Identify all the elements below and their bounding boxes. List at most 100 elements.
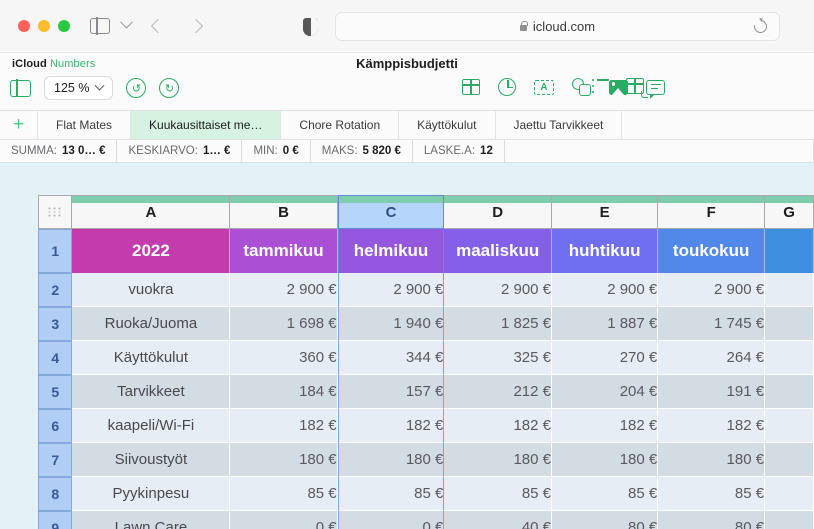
- cell-a2[interactable]: vuokra: [72, 273, 230, 307]
- cell-b9[interactable]: 0 €: [230, 511, 337, 529]
- title-cell-b1[interactable]: tammikuu: [230, 229, 337, 273]
- cell-f7[interactable]: 180 €: [658, 443, 765, 477]
- cell-b2[interactable]: 2 900 €: [230, 273, 337, 307]
- cell-g3[interactable]: [765, 307, 814, 341]
- row-header-8[interactable]: 8: [38, 477, 72, 511]
- cell-a5[interactable]: Tarvikkeet: [72, 375, 230, 409]
- forward-arrow-icon[interactable]: [189, 19, 203, 33]
- cell-e4[interactable]: 270 €: [552, 341, 658, 375]
- cell-b7[interactable]: 180 €: [230, 443, 337, 477]
- column-header-g[interactable]: G: [765, 195, 814, 229]
- cell-g6[interactable]: [765, 409, 814, 443]
- row-header-6[interactable]: 6: [38, 409, 72, 443]
- close-window-button[interactable]: [18, 20, 30, 32]
- add-sheet-button[interactable]: +: [0, 111, 38, 139]
- chevron-down-icon[interactable]: [120, 15, 133, 28]
- insert-chart-icon[interactable]: [498, 78, 516, 96]
- table-grip-handle[interactable]: [38, 195, 72, 229]
- title-cell-a1[interactable]: 2022: [72, 229, 230, 273]
- cell-e5[interactable]: 204 €: [552, 375, 658, 409]
- maximize-window-button[interactable]: [58, 20, 70, 32]
- cell-e9[interactable]: 80 €: [552, 511, 658, 529]
- cell-a7[interactable]: Siivoustyöt: [72, 443, 230, 477]
- row-header-9[interactable]: 9: [38, 511, 72, 529]
- cell-e6[interactable]: 182 €: [552, 409, 658, 443]
- reload-icon[interactable]: [751, 17, 769, 35]
- cell-e3[interactable]: 1 887 €: [552, 307, 658, 341]
- insert-text-icon[interactable]: A: [534, 80, 554, 95]
- cell-e2[interactable]: 2 900 €: [552, 273, 658, 307]
- insert-shape-icon[interactable]: [572, 78, 591, 96]
- sheet-tab-kayttokulut[interactable]: Käyttökulut: [399, 111, 495, 139]
- row-header-3[interactable]: 3: [38, 307, 72, 341]
- sidebar-panel-icon[interactable]: [10, 80, 31, 97]
- title-cell-g1[interactable]: [765, 229, 814, 273]
- address-bar[interactable]: icloud.com: [335, 12, 780, 41]
- summary-max[interactable]: MAKS: 5 820 €: [311, 140, 413, 162]
- title-cell-d1[interactable]: maaliskuu: [444, 229, 552, 273]
- cell-d7[interactable]: 180 €: [444, 443, 552, 477]
- cell-f8[interactable]: 85 €: [658, 477, 765, 511]
- cell-a4[interactable]: Käyttökulut: [72, 341, 230, 375]
- title-cell-c1[interactable]: helmikuu: [338, 229, 445, 273]
- cell-c2[interactable]: 2 900 €: [338, 273, 445, 307]
- title-cell-e1[interactable]: huhtikuu: [552, 229, 658, 273]
- column-header-c[interactable]: C: [338, 195, 445, 229]
- cell-g7[interactable]: [765, 443, 814, 477]
- cell-d9[interactable]: 40 €: [444, 511, 552, 529]
- row-header-1[interactable]: 1: [38, 229, 72, 273]
- undo-icon[interactable]: ↺: [126, 78, 146, 98]
- back-arrow-icon[interactable]: [151, 19, 165, 33]
- cell-a6[interactable]: kaapeli/Wi-Fi: [72, 409, 230, 443]
- cell-c6[interactable]: 182 €: [338, 409, 445, 443]
- zoom-level-select[interactable]: 125 %: [44, 76, 113, 100]
- sidebar-toggle-icon[interactable]: [90, 18, 110, 34]
- cell-b5[interactable]: 184 €: [230, 375, 337, 409]
- column-header-e[interactable]: E: [552, 195, 658, 229]
- summary-average[interactable]: KESKIARVO: 1… €: [117, 140, 242, 162]
- cell-f2[interactable]: 2 900 €: [658, 273, 765, 307]
- insert-comment-icon[interactable]: [646, 80, 665, 95]
- row-header-5[interactable]: 5: [38, 375, 72, 409]
- sheet-tab-kuukausittaiset[interactable]: Kuukausittaiset me…: [131, 111, 281, 139]
- cell-b8[interactable]: 85 €: [230, 477, 337, 511]
- cell-d3[interactable]: 1 825 €: [444, 307, 552, 341]
- column-header-f[interactable]: F: [658, 195, 765, 229]
- cell-b3[interactable]: 1 698 €: [230, 307, 337, 341]
- sheet-tab-chore-rotation[interactable]: Chore Rotation: [281, 111, 399, 139]
- cell-g5[interactable]: [765, 375, 814, 409]
- cell-g2[interactable]: [765, 273, 814, 307]
- cell-d5[interactable]: 212 €: [444, 375, 552, 409]
- budget-table[interactable]: A B C D E: [38, 195, 814, 529]
- cell-b6[interactable]: 182 €: [230, 409, 337, 443]
- cell-f3[interactable]: 1 745 €: [658, 307, 765, 341]
- row-header-2[interactable]: 2: [38, 273, 72, 307]
- insert-media-icon[interactable]: [609, 80, 628, 95]
- summary-sum[interactable]: SUMMA: 13 0… €: [0, 140, 117, 162]
- cell-c7[interactable]: 180 €: [338, 443, 445, 477]
- cell-g8[interactable]: [765, 477, 814, 511]
- cell-d4[interactable]: 325 €: [444, 341, 552, 375]
- sheet-tab-flat-mates[interactable]: Flat Mates: [38, 111, 131, 139]
- cell-a8[interactable]: Pyykinpesu: [72, 477, 230, 511]
- row-header-4[interactable]: 4: [38, 341, 72, 375]
- row-header-7[interactable]: 7: [38, 443, 72, 477]
- summary-min[interactable]: MIN: 0 €: [242, 140, 310, 162]
- cell-f4[interactable]: 264 €: [658, 341, 765, 375]
- cell-f9[interactable]: 80 €: [658, 511, 765, 529]
- cell-e8[interactable]: 85 €: [552, 477, 658, 511]
- cell-e7[interactable]: 180 €: [552, 443, 658, 477]
- cell-f5[interactable]: 191 €: [658, 375, 765, 409]
- cell-c3[interactable]: 1 940 €: [338, 307, 445, 341]
- cell-b4[interactable]: 360 €: [230, 341, 337, 375]
- cell-g9[interactable]: [765, 511, 814, 529]
- cell-c5[interactable]: 157 €: [338, 375, 445, 409]
- privacy-shield-icon[interactable]: [303, 18, 318, 36]
- cell-d8[interactable]: 85 €: [444, 477, 552, 511]
- column-header-a[interactable]: A: [72, 195, 230, 229]
- cell-c8[interactable]: 85 €: [338, 477, 445, 511]
- insert-table-icon[interactable]: [462, 79, 480, 95]
- cell-c9[interactable]: 0 €: [338, 511, 445, 529]
- minimize-window-button[interactable]: [38, 20, 50, 32]
- column-header-b[interactable]: B: [230, 195, 337, 229]
